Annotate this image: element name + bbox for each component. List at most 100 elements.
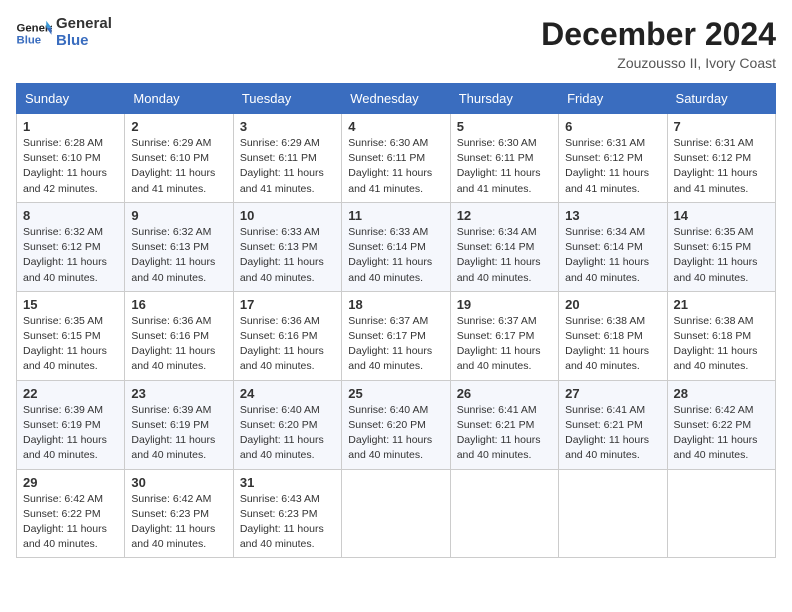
day-number: 20 [565, 297, 660, 312]
calendar-cell-day-29: 29 Sunrise: 6:42 AMSunset: 6:22 PMDaylig… [17, 469, 125, 558]
calendar-cell-day-9: 9 Sunrise: 6:32 AMSunset: 6:13 PMDayligh… [125, 202, 233, 291]
day-number: 24 [240, 386, 335, 401]
calendar-cell-day-12: 12 Sunrise: 6:34 AMSunset: 6:14 PMDaylig… [450, 202, 558, 291]
day-info: Sunrise: 6:29 AMSunset: 6:11 PMDaylight:… [240, 137, 324, 195]
day-number: 31 [240, 475, 335, 490]
day-info: Sunrise: 6:41 AMSunset: 6:21 PMDaylight:… [565, 404, 649, 462]
calendar-cell-day-18: 18 Sunrise: 6:37 AMSunset: 6:17 PMDaylig… [342, 291, 450, 380]
day-number: 6 [565, 119, 660, 134]
day-number: 17 [240, 297, 335, 312]
day-info: Sunrise: 6:40 AMSunset: 6:20 PMDaylight:… [348, 404, 432, 462]
day-number: 18 [348, 297, 443, 312]
empty-cell [667, 469, 775, 558]
day-number: 14 [674, 208, 769, 223]
day-number: 5 [457, 119, 552, 134]
col-header-monday: Monday [125, 84, 233, 114]
col-header-wednesday: Wednesday [342, 84, 450, 114]
day-number: 12 [457, 208, 552, 223]
day-info: Sunrise: 6:35 AMSunset: 6:15 PMDaylight:… [23, 315, 107, 373]
svg-text:Blue: Blue [17, 34, 42, 46]
calendar-cell-day-17: 17 Sunrise: 6:36 AMSunset: 6:16 PMDaylig… [233, 291, 341, 380]
day-number: 27 [565, 386, 660, 401]
day-info: Sunrise: 6:38 AMSunset: 6:18 PMDaylight:… [565, 315, 649, 373]
day-info: Sunrise: 6:31 AMSunset: 6:12 PMDaylight:… [565, 137, 649, 195]
day-number: 29 [23, 475, 118, 490]
calendar-cell-day-23: 23 Sunrise: 6:39 AMSunset: 6:19 PMDaylig… [125, 380, 233, 469]
page-header: General Blue General Blue December 2024 … [16, 16, 776, 71]
empty-cell [342, 469, 450, 558]
day-number: 10 [240, 208, 335, 223]
day-number: 15 [23, 297, 118, 312]
calendar-cell-day-30: 30 Sunrise: 6:42 AMSunset: 6:23 PMDaylig… [125, 469, 233, 558]
calendar-cell-day-4: 4 Sunrise: 6:30 AMSunset: 6:11 PMDayligh… [342, 114, 450, 203]
calendar-week-row: 22 Sunrise: 6:39 AMSunset: 6:19 PMDaylig… [17, 380, 776, 469]
day-info: Sunrise: 6:43 AMSunset: 6:23 PMDaylight:… [240, 493, 324, 551]
calendar-header-row: SundayMondayTuesdayWednesdayThursdayFrid… [17, 84, 776, 114]
day-number: 1 [23, 119, 118, 134]
col-header-sunday: Sunday [17, 84, 125, 114]
day-number: 23 [131, 386, 226, 401]
calendar-cell-day-5: 5 Sunrise: 6:30 AMSunset: 6:11 PMDayligh… [450, 114, 558, 203]
col-header-friday: Friday [559, 84, 667, 114]
day-number: 16 [131, 297, 226, 312]
day-info: Sunrise: 6:38 AMSunset: 6:18 PMDaylight:… [674, 315, 758, 373]
day-info: Sunrise: 6:42 AMSunset: 6:23 PMDaylight:… [131, 493, 215, 551]
day-number: 8 [23, 208, 118, 223]
day-info: Sunrise: 6:33 AMSunset: 6:14 PMDaylight:… [348, 226, 432, 284]
day-info: Sunrise: 6:30 AMSunset: 6:11 PMDaylight:… [348, 137, 432, 195]
calendar-cell-day-21: 21 Sunrise: 6:38 AMSunset: 6:18 PMDaylig… [667, 291, 775, 380]
day-number: 28 [674, 386, 769, 401]
day-number: 2 [131, 119, 226, 134]
day-number: 4 [348, 119, 443, 134]
calendar-cell-day-8: 8 Sunrise: 6:32 AMSunset: 6:12 PMDayligh… [17, 202, 125, 291]
col-header-thursday: Thursday [450, 84, 558, 114]
calendar-week-row: 8 Sunrise: 6:32 AMSunset: 6:12 PMDayligh… [17, 202, 776, 291]
empty-cell [450, 469, 558, 558]
day-info: Sunrise: 6:41 AMSunset: 6:21 PMDaylight:… [457, 404, 541, 462]
logo-line2: Blue [56, 33, 112, 50]
calendar-cell-day-25: 25 Sunrise: 6:40 AMSunset: 6:20 PMDaylig… [342, 380, 450, 469]
day-info: Sunrise: 6:36 AMSunset: 6:16 PMDaylight:… [240, 315, 324, 373]
calendar-cell-day-3: 3 Sunrise: 6:29 AMSunset: 6:11 PMDayligh… [233, 114, 341, 203]
calendar-cell-day-27: 27 Sunrise: 6:41 AMSunset: 6:21 PMDaylig… [559, 380, 667, 469]
logo-line1: General [56, 16, 112, 33]
calendar-table: SundayMondayTuesdayWednesdayThursdayFrid… [16, 83, 776, 558]
calendar-cell-day-6: 6 Sunrise: 6:31 AMSunset: 6:12 PMDayligh… [559, 114, 667, 203]
col-header-tuesday: Tuesday [233, 84, 341, 114]
day-info: Sunrise: 6:37 AMSunset: 6:17 PMDaylight:… [348, 315, 432, 373]
calendar-cell-day-19: 19 Sunrise: 6:37 AMSunset: 6:17 PMDaylig… [450, 291, 558, 380]
calendar-cell-day-26: 26 Sunrise: 6:41 AMSunset: 6:21 PMDaylig… [450, 380, 558, 469]
calendar-cell-day-11: 11 Sunrise: 6:33 AMSunset: 6:14 PMDaylig… [342, 202, 450, 291]
calendar-cell-day-2: 2 Sunrise: 6:29 AMSunset: 6:10 PMDayligh… [125, 114, 233, 203]
day-info: Sunrise: 6:34 AMSunset: 6:14 PMDaylight:… [565, 226, 649, 284]
day-info: Sunrise: 6:35 AMSunset: 6:15 PMDaylight:… [674, 226, 758, 284]
calendar-cell-day-28: 28 Sunrise: 6:42 AMSunset: 6:22 PMDaylig… [667, 380, 775, 469]
col-header-saturday: Saturday [667, 84, 775, 114]
calendar-week-row: 1 Sunrise: 6:28 AMSunset: 6:10 PMDayligh… [17, 114, 776, 203]
month-year: December 2024 [541, 16, 776, 53]
day-info: Sunrise: 6:34 AMSunset: 6:14 PMDaylight:… [457, 226, 541, 284]
day-number: 21 [674, 297, 769, 312]
day-info: Sunrise: 6:33 AMSunset: 6:13 PMDaylight:… [240, 226, 324, 284]
day-info: Sunrise: 6:28 AMSunset: 6:10 PMDaylight:… [23, 137, 107, 195]
title-block: December 2024 Zouzousso II, Ivory Coast [541, 16, 776, 71]
calendar-cell-day-31: 31 Sunrise: 6:43 AMSunset: 6:23 PMDaylig… [233, 469, 341, 558]
day-info: Sunrise: 6:37 AMSunset: 6:17 PMDaylight:… [457, 315, 541, 373]
day-number: 25 [348, 386, 443, 401]
calendar-week-row: 29 Sunrise: 6:42 AMSunset: 6:22 PMDaylig… [17, 469, 776, 558]
day-info: Sunrise: 6:42 AMSunset: 6:22 PMDaylight:… [674, 404, 758, 462]
calendar-cell-day-16: 16 Sunrise: 6:36 AMSunset: 6:16 PMDaylig… [125, 291, 233, 380]
calendar-cell-day-7: 7 Sunrise: 6:31 AMSunset: 6:12 PMDayligh… [667, 114, 775, 203]
empty-cell [559, 469, 667, 558]
day-info: Sunrise: 6:29 AMSunset: 6:10 PMDaylight:… [131, 137, 215, 195]
day-number: 26 [457, 386, 552, 401]
day-info: Sunrise: 6:31 AMSunset: 6:12 PMDaylight:… [674, 137, 758, 195]
location: Zouzousso II, Ivory Coast [541, 55, 776, 71]
calendar-cell-day-15: 15 Sunrise: 6:35 AMSunset: 6:15 PMDaylig… [17, 291, 125, 380]
calendar-cell-day-1: 1 Sunrise: 6:28 AMSunset: 6:10 PMDayligh… [17, 114, 125, 203]
calendar-week-row: 15 Sunrise: 6:35 AMSunset: 6:15 PMDaylig… [17, 291, 776, 380]
day-number: 19 [457, 297, 552, 312]
calendar-cell-day-14: 14 Sunrise: 6:35 AMSunset: 6:15 PMDaylig… [667, 202, 775, 291]
day-info: Sunrise: 6:36 AMSunset: 6:16 PMDaylight:… [131, 315, 215, 373]
day-info: Sunrise: 6:39 AMSunset: 6:19 PMDaylight:… [131, 404, 215, 462]
